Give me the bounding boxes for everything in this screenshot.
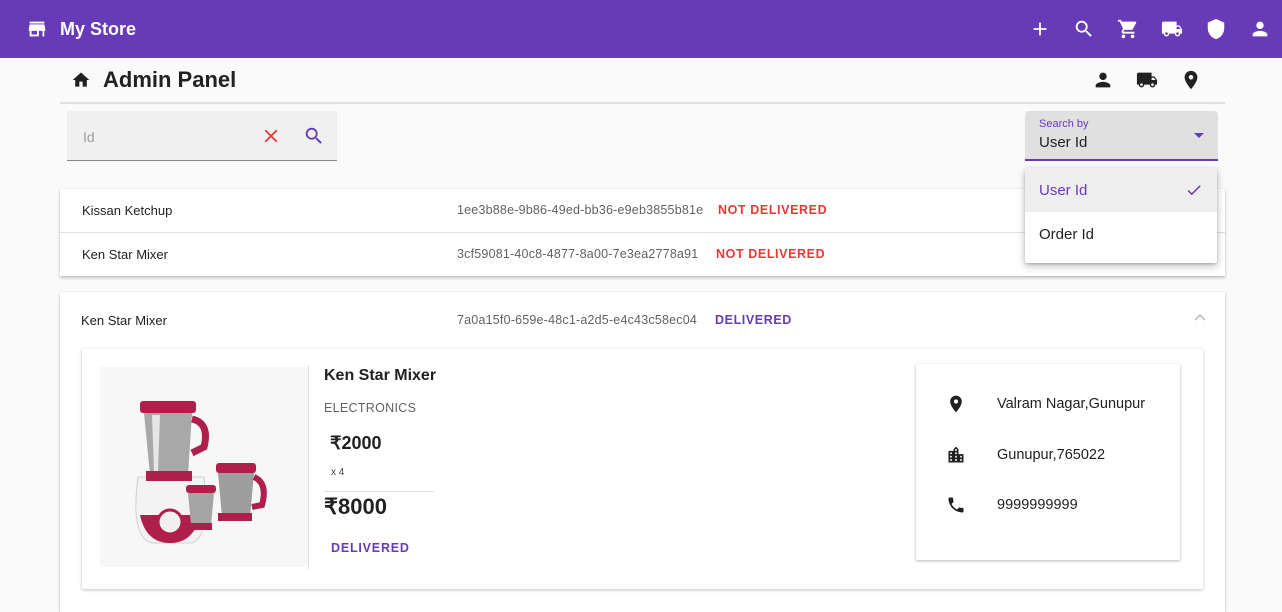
menu-option-label: Order Id [1039, 226, 1095, 243]
divider [324, 491, 434, 492]
person-icon [1095, 72, 1111, 88]
shield-icon [1207, 18, 1225, 40]
search-field [67, 111, 337, 161]
account-button[interactable] [1238, 15, 1282, 43]
search-input[interactable] [81, 125, 255, 149]
add-icon [1033, 22, 1047, 36]
app-bar: My Store [0, 0, 1282, 58]
order-status: NOT DELIVERED [716, 247, 826, 261]
search-by-menu: User Id Order Id [1025, 168, 1217, 263]
address-street-row: Valram Nagar,Gunupur [916, 394, 1180, 418]
address-phone: 9999999999 [997, 497, 1078, 513]
location-pin-icon [1184, 70, 1198, 90]
product-quantity: x 4 [331, 467, 345, 478]
order-id: 1ee3b88e-9b86-49ed-bb36-e9eb3855b81e [457, 203, 704, 217]
order-id: 7a0a15f0-659e-48c1-a2d5-e4c43c58ec04 [457, 313, 698, 327]
phone-icon [948, 497, 964, 513]
delivery-status: DELIVERED [331, 541, 410, 555]
cart-icon [1117, 19, 1137, 39]
clear-icon[interactable] [260, 125, 282, 147]
search-icon[interactable] [303, 125, 325, 147]
city-icon [948, 446, 964, 463]
admin-button[interactable] [1194, 15, 1238, 43]
home-icon[interactable] [71, 70, 91, 90]
product-image [100, 367, 308, 567]
address-city: Gunupur,765022 [997, 447, 1106, 463]
expanded-order-header[interactable]: Ken Star Mixer 7a0a15f0-659e-48c1-a2d5-e… [60, 292, 1225, 347]
appbar-actions [1018, 15, 1282, 43]
search-by-select[interactable]: Search by User Id [1025, 111, 1218, 161]
users-tab[interactable] [1081, 69, 1125, 91]
address-phone-row: 9999999999 [916, 495, 1180, 519]
brand[interactable]: My Store [26, 16, 136, 42]
divider [308, 365, 309, 569]
address-card: Valram Nagar,Gunupur Gunupur,765022 9999… [916, 364, 1180, 560]
page-title: Admin Panel [103, 67, 237, 92]
location-pin-icon [950, 395, 962, 413]
orders-button[interactable] [1150, 15, 1194, 43]
search-by-value: User Id [1039, 134, 1088, 151]
search-by-label: Search by [1039, 118, 1089, 130]
truck-icon [1136, 72, 1158, 88]
address-street: Valram Nagar,Gunupur [997, 396, 1146, 412]
panel-icons [1081, 69, 1213, 91]
chevron-up-icon[interactable] [1193, 312, 1207, 322]
expanded-order-panel: Ken Star Mixer 7a0a15f0-659e-48c1-a2d5-e… [60, 292, 1225, 612]
mixer-grinder-image [100, 367, 308, 567]
cart-button[interactable] [1106, 15, 1150, 43]
menu-option-user-id[interactable]: User Id [1025, 168, 1217, 212]
address-city-row: Gunupur,765022 [916, 445, 1180, 469]
order-product-name: Ken Star Mixer [81, 313, 167, 328]
add-button[interactable] [1018, 15, 1062, 43]
order-status: DELIVERED [715, 313, 792, 327]
locations-tab[interactable] [1169, 69, 1213, 91]
brand-name: My Store [60, 19, 137, 39]
menu-option-order-id[interactable]: Order Id [1025, 212, 1217, 256]
search-icon [1075, 20, 1092, 37]
orders-tab[interactable] [1125, 69, 1169, 91]
store-icon [28, 21, 46, 37]
order-status: NOT DELIVERED [718, 203, 828, 217]
order-product-name: Kissan Ketchup [82, 203, 173, 218]
product-category: ELECTRONICS [324, 401, 417, 415]
check-icon [1187, 185, 1201, 196]
search-button[interactable] [1062, 15, 1106, 43]
truck-icon [1161, 21, 1183, 37]
product-price: ₹2000 [330, 433, 382, 453]
order-detail-card: Ken Star Mixer ELECTRONICS ₹2000 x 4 ₹80… [82, 349, 1203, 589]
product-title: Ken Star Mixer [324, 367, 437, 384]
dropdown-arrow-icon [1194, 133, 1204, 138]
menu-option-label: User Id [1039, 182, 1088, 199]
order-product-name: Ken Star Mixer [82, 247, 168, 262]
order-id: 3cf59081-40c8-4877-8a00-7e3ea2778a91 [457, 247, 699, 261]
account-icon [1252, 21, 1268, 37]
order-total: ₹8000 [324, 494, 387, 519]
admin-panel-header: Admin Panel [60, 58, 1225, 104]
